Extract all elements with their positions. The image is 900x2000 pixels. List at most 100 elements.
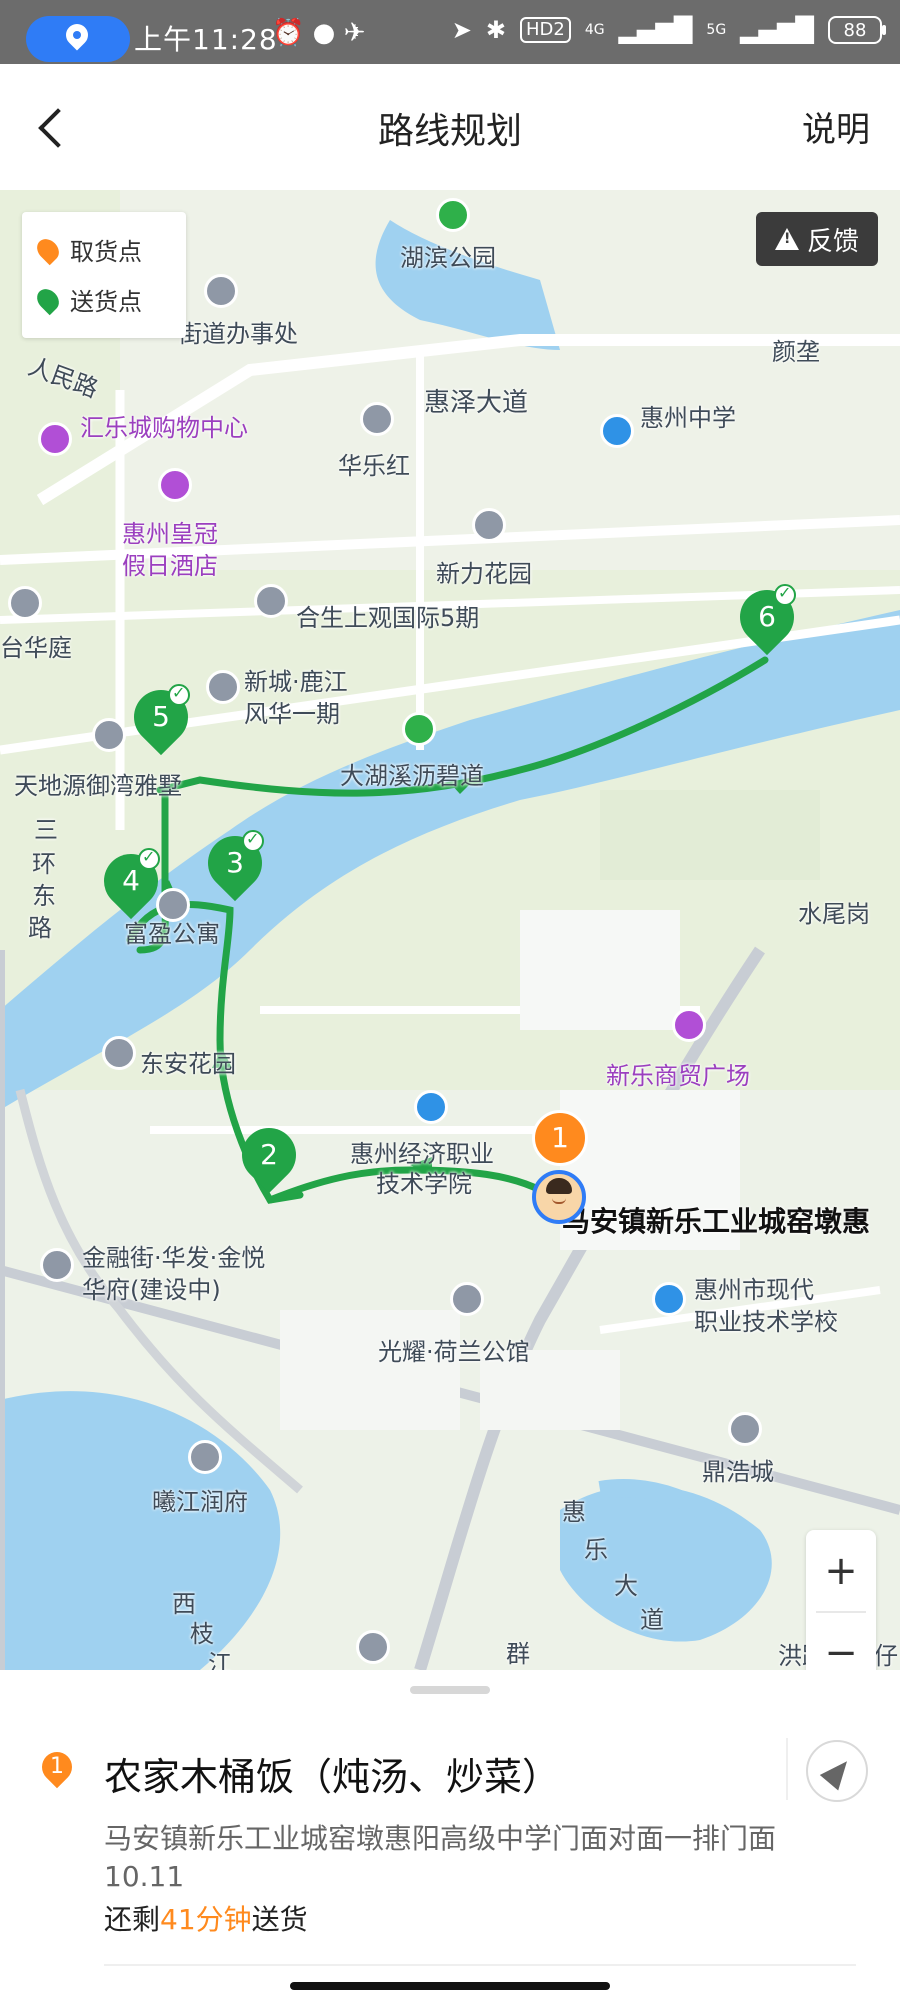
completed-check-icon bbox=[168, 683, 190, 706]
map-label: 惠 bbox=[562, 1498, 586, 1526]
park-icon bbox=[402, 712, 436, 746]
map-label: 华府(建设中) bbox=[82, 1276, 221, 1304]
shopping-icon bbox=[672, 1008, 706, 1042]
map-label: 惠州中学 bbox=[640, 404, 736, 432]
order-index: 1 bbox=[50, 1754, 64, 1779]
map-label: 环 bbox=[32, 850, 56, 878]
signal-icon: ▂▄▆█ bbox=[618, 16, 693, 44]
residential-icon bbox=[206, 670, 240, 704]
residential-icon bbox=[360, 402, 394, 436]
remain-time: 41分钟 bbox=[160, 1903, 252, 1936]
remaining-time-row: 还剩41分钟送货 bbox=[104, 1898, 308, 1938]
map-label: 东安花园 bbox=[140, 1050, 236, 1078]
zoom-out-button[interactable]: − bbox=[806, 1612, 876, 1670]
map-label: 水尾岗 bbox=[798, 900, 870, 928]
order-pin-icon: 1 bbox=[35, 1745, 79, 1792]
signal-icon-2: ▂▄▆█ bbox=[740, 16, 814, 44]
remain-suffix: 送货 bbox=[251, 1903, 308, 1936]
map-label: 东 bbox=[32, 882, 56, 910]
alarm-icon: ⏰ bbox=[272, 18, 305, 48]
warning-icon bbox=[774, 228, 799, 250]
map-label: 新乐商贸广场 bbox=[606, 1062, 750, 1090]
pickup-address-label: 马安镇新乐工业城窑墩惠 bbox=[562, 1205, 871, 1238]
status-time: 上午11:28 bbox=[134, 23, 278, 56]
map-label: 路 bbox=[28, 914, 52, 942]
map-label: 道 bbox=[640, 1606, 664, 1634]
pickup-pin-icon bbox=[32, 234, 64, 265]
residential-icon bbox=[356, 1630, 390, 1664]
residential-icon bbox=[728, 1412, 762, 1446]
legend-delivery: 送货点 bbox=[32, 282, 142, 317]
map-label: 汇乐城购物中心 bbox=[80, 414, 248, 442]
star-poi-icon bbox=[204, 274, 238, 308]
completed-check-icon bbox=[138, 847, 160, 870]
map-label: 技术学院 bbox=[376, 1170, 472, 1198]
residential-icon bbox=[8, 586, 42, 620]
pickup-marker-1[interactable]: 1 bbox=[532, 1110, 588, 1166]
legend-delivery-label: 送货点 bbox=[70, 288, 142, 316]
remain-prefix: 还剩 bbox=[104, 1903, 161, 1936]
map-label: 华乐红 bbox=[338, 452, 410, 480]
map-label: 天地源御湾雅墅 bbox=[14, 772, 182, 800]
delivery-pin-icon bbox=[32, 284, 64, 315]
battery-level: 88 bbox=[843, 19, 867, 41]
map-label: 合生上观国际5期 bbox=[296, 604, 480, 632]
map-label: 三 bbox=[34, 816, 58, 844]
map-label: 乐 bbox=[584, 1536, 608, 1564]
zoom-in-button[interactable]: + bbox=[806, 1530, 876, 1612]
map-label: 街道办事处 bbox=[178, 320, 298, 348]
map-label: 大 bbox=[614, 1572, 638, 1600]
completed-check-icon bbox=[774, 583, 796, 606]
school-icon bbox=[652, 1282, 686, 1316]
map-label: 惠州市现代 bbox=[694, 1276, 814, 1304]
map-label: 群 bbox=[506, 1640, 530, 1668]
status-bar: 上午11:28 ⏰ ● ✈ ➤ ✱ HD2 4G ▂▄▆█ 5G ▂▄▆█ 88 bbox=[0, 0, 900, 64]
map-label: 职业技术学校 bbox=[694, 1308, 838, 1336]
legend-pickup-label: 取货点 bbox=[70, 238, 142, 266]
map-label: 鼎浩城 bbox=[702, 1458, 774, 1486]
home-indicator[interactable] bbox=[290, 1982, 610, 1990]
map-label: 江 bbox=[208, 1650, 232, 1670]
feedback-button[interactable]: 反馈 bbox=[756, 212, 878, 266]
plane-notification-icon: ✈ bbox=[343, 18, 366, 48]
map-label: 曦江润府 bbox=[152, 1488, 248, 1516]
bluetooth-icon: ✱ bbox=[485, 16, 506, 44]
store-address: 马安镇新乐工业城窑墩惠阳高级中学门面对面一排门面10.11 bbox=[104, 1822, 777, 1893]
location-pin-icon bbox=[61, 19, 93, 51]
residential-icon bbox=[188, 1440, 222, 1474]
map-label: 新城·鹿江 bbox=[244, 668, 348, 696]
sheet-handle[interactable] bbox=[410, 1686, 490, 1694]
hd-voice-badge: HD2 bbox=[519, 17, 571, 43]
park-icon bbox=[436, 198, 470, 232]
map-label: 金融街·华发·金悦 bbox=[82, 1244, 266, 1272]
route-map[interactable]: 湖滨公园 街道办事处 人民路 汇乐城购物中心 惠泽大道 华乐红 惠州中学 颜垄 … bbox=[0, 190, 900, 1670]
map-label: 假日酒店 bbox=[122, 552, 218, 580]
map-label: 惠州皇冠 bbox=[122, 520, 218, 548]
title-bar: 路线规划 说明 bbox=[0, 64, 900, 190]
completed-check-icon bbox=[242, 829, 264, 852]
map-label: 风华一期 bbox=[244, 700, 340, 728]
map-label: 颜垄 bbox=[772, 338, 820, 366]
residential-icon bbox=[450, 1282, 484, 1316]
network-5g: 5G bbox=[706, 22, 727, 38]
legend-pickup: 取货点 bbox=[32, 232, 142, 267]
hotel-icon bbox=[158, 468, 192, 502]
status-left-icons: ⏰ ● ✈ bbox=[272, 18, 365, 48]
map-label: 新力花园 bbox=[436, 560, 532, 588]
navigation-arrow-icon: ➤ bbox=[451, 16, 472, 44]
order-sheet: 1 农家木桶饭（炖汤、炒菜） 马安镇新乐工业城窑墩惠阳高级中学门面对面一排门面1… bbox=[0, 1670, 900, 2000]
app-notification-icon: ● bbox=[312, 18, 336, 48]
battery-icon: 88 bbox=[828, 16, 886, 44]
residential-icon bbox=[40, 1248, 74, 1282]
help-link[interactable]: 说明 bbox=[802, 102, 870, 151]
location-indicator bbox=[26, 16, 130, 62]
map-legend: 取货点 送货点 bbox=[22, 212, 186, 338]
zoom-control: + − bbox=[806, 1530, 876, 1670]
map-label: 富盈公寓 bbox=[124, 920, 220, 948]
nav-divider bbox=[786, 1738, 788, 1800]
school-icon bbox=[600, 414, 634, 448]
residential-icon bbox=[92, 718, 126, 752]
network-4g: 4G bbox=[584, 22, 605, 38]
navigation-button[interactable] bbox=[806, 1740, 868, 1802]
residential-icon bbox=[472, 508, 506, 542]
